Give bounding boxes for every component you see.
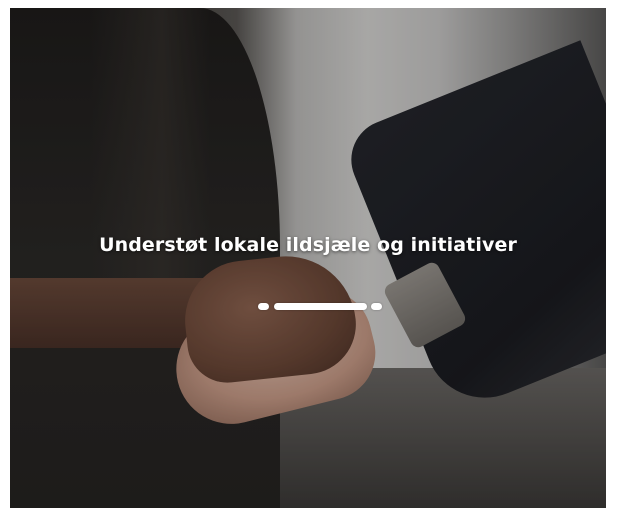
divider-dot-left	[258, 303, 269, 310]
hero-headline: Understøt lokale ildsjæle og initiativer	[99, 234, 517, 256]
hero-background-image	[10, 8, 606, 508]
hero-divider	[258, 303, 382, 311]
divider-dot-right	[371, 303, 382, 310]
hero-banner: Understøt lokale ildsjæle og initiativer	[10, 8, 606, 508]
divider-bar	[274, 303, 367, 310]
